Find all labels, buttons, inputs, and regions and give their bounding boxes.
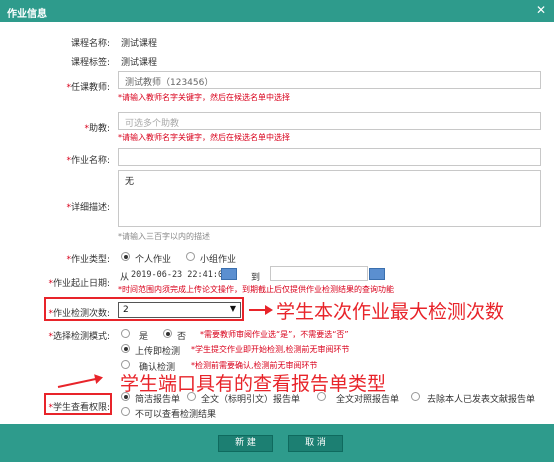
calendar-to-icon[interactable]: [369, 268, 385, 280]
create-button[interactable]: 新 建: [218, 435, 273, 452]
upload-check-hint: *学生提交作业即开始检测,检测前无审阅环节: [191, 345, 350, 354]
homework-type-label-text: 作业类型:: [70, 255, 110, 265]
calendar-from-icon[interactable]: [221, 268, 237, 280]
homework-name-input[interactable]: [118, 148, 541, 166]
date-to-label: 到: [251, 273, 261, 283]
course-tag-value: 测试课程: [121, 58, 158, 68]
teacher-input-value: 测试教师（123456）: [125, 78, 214, 88]
radio-perm-none[interactable]: [121, 407, 130, 416]
teacher-input[interactable]: 测试教师（123456）: [118, 71, 541, 89]
radio-perm-exclude-self-label: 去除本人已发表文献报告单: [427, 395, 536, 405]
date-range-label: *作业起止日期:: [48, 279, 110, 289]
course-tag-label: 课程标签:: [70, 58, 110, 68]
radio-group-label: 小组作业: [200, 255, 237, 265]
teacher-label-text: 任课教师:: [70, 83, 110, 93]
course-name-value: 测试课程: [121, 39, 158, 49]
radio-perm-simple-label: 简洁报告单: [135, 395, 181, 405]
radio-perm-full-compare-label: 全文对照报告单: [336, 395, 400, 405]
assistant-placeholder: 可选多个助教: [125, 119, 180, 129]
annotation-arrow-check-count: [249, 305, 273, 315]
radio-review-yes-label: 是: [139, 332, 149, 342]
radio-perm-exclude-self[interactable]: [411, 392, 420, 401]
radio-review-no[interactable]: [163, 329, 172, 338]
radio-individual[interactable]: [121, 252, 130, 261]
date-from-label: 从: [120, 273, 130, 283]
review-hint: *需要教师审阅作业选“是”，不需要选“否”: [200, 330, 349, 339]
description-hint: *请输入三百字以内的描述: [118, 232, 210, 241]
description-value: 无: [125, 177, 135, 187]
check-mode-label: *选择检测模式:: [48, 332, 110, 342]
assistant-input[interactable]: 可选多个助教: [118, 112, 541, 130]
radio-upload-check-label: 上传即检测: [135, 347, 181, 357]
date-from-value[interactable]: 2019-06-23 22:41:00: [131, 270, 228, 280]
date-range-label-text: 作业起止日期:: [52, 279, 110, 289]
radio-perm-full-compare[interactable]: [317, 392, 326, 401]
assistant-hint: *请输入教师名字关键字，然后在候选名单中选择: [118, 133, 290, 142]
annotation-text-check-count: 学生本次作业最大检测次数: [276, 301, 505, 323]
description-label-text: 详细描述:: [70, 203, 110, 213]
radio-perm-simple[interactable]: [121, 392, 130, 401]
dialog-footer: 新 建 取 消: [0, 424, 554, 462]
homework-type-label: *作业类型:: [66, 255, 110, 265]
check-mode-label-text: 选择检测模式:: [52, 332, 110, 342]
radio-perm-none-label: 不可以查看检测结果: [135, 410, 217, 420]
course-name-label: 课程名称:: [70, 39, 110, 49]
cancel-button[interactable]: 取 消: [288, 435, 343, 452]
radio-perm-full-cite-label: 全文（标明引文）报告单: [201, 395, 301, 405]
assistant-label-text: 助教:: [88, 124, 110, 134]
close-icon[interactable]: ✕: [536, 3, 546, 17]
date-to-input[interactable]: [270, 266, 368, 281]
homework-name-label: *作业名称:: [66, 156, 110, 166]
description-label: *详细描述:: [66, 203, 110, 213]
radio-confirm-check[interactable]: [121, 360, 130, 369]
date-range-hint: *时间范围内须完成上传论文操作，到期截止后仅提供作业检测结果的查询功能: [118, 285, 394, 294]
homework-name-label-text: 作业名称:: [70, 156, 110, 166]
annotation-box-check-count: [44, 297, 244, 321]
radio-review-yes[interactable]: [121, 329, 130, 338]
assistant-label: *助教:: [84, 124, 110, 134]
radio-individual-label: 个人作业: [135, 255, 172, 265]
radio-perm-full-cite[interactable]: [187, 392, 196, 401]
annotation-arrow-permission: [57, 376, 102, 388]
teacher-hint: *请输入教师名字关键字，然后在候选名单中选择: [118, 93, 290, 102]
radio-upload-check[interactable]: [121, 344, 130, 353]
dialog-titlebar: 作业信息 ✕: [0, 0, 554, 22]
dialog-title: 作业信息: [7, 9, 47, 20]
radio-group[interactable]: [186, 252, 195, 261]
description-textarea[interactable]: 无: [118, 170, 541, 227]
annotation-box-permission: [44, 393, 112, 415]
radio-review-no-label: 否: [177, 332, 187, 342]
teacher-label: *任课教师:: [66, 83, 110, 93]
